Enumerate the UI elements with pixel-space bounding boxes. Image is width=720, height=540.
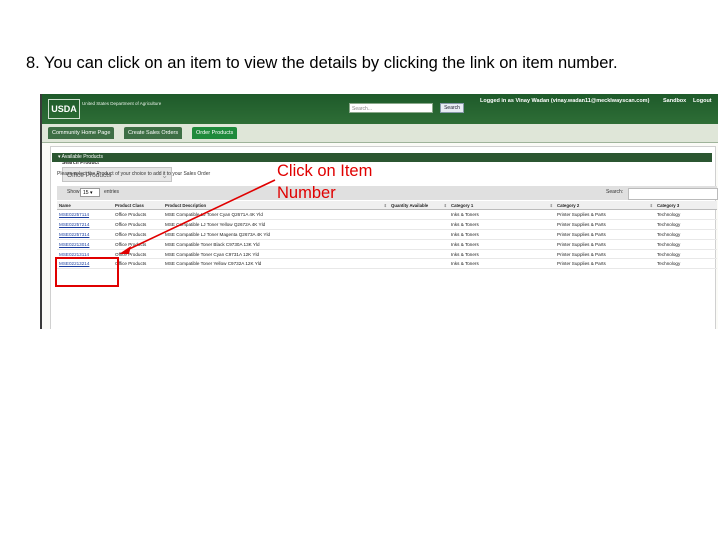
cell-category-2: Printer Supplies & Parts [555,209,655,220]
table-row[interactable]: MSE02213014 Office Products MSE Compatible… [57,239,717,250]
sort-icon: ⇕ [549,202,553,208]
available-products-header[interactable]: ▾ Available Products [52,153,712,162]
tab-order-products[interactable]: Order Products [192,127,238,139]
cell-category-1: Inks & Toners [449,209,555,220]
cell-product-class: Office Products [113,249,163,260]
products-table: Name Product Class Product Description ⇕ … [57,201,717,270]
cell-quantity-available [389,239,449,250]
sort-icon: ⇕ [443,202,447,208]
column-header-category-3[interactable]: Category 3 [655,201,717,210]
cell-category-2: Printer Supplies & Parts [555,258,655,270]
cell-category-3: Technology [655,239,717,250]
cell-category-2: Printer Supplies & Parts [555,239,655,250]
tab-bar: Community Home Page Create Sales Orders … [42,124,718,143]
cell-category-2: Printer Supplies & Parts [555,229,655,240]
cell-product-description: MSE Compatible LJ Toner Magenta Q2673A 4… [163,229,389,240]
cell-product-class: Office Products [113,229,163,240]
item-number-link[interactable]: MSE02257214 [57,219,113,230]
usda-logo[interactable]: USDA [48,99,80,119]
cell-product-class: Office Products [113,258,163,270]
cell-quantity-available [389,249,449,260]
annotation-line-2: Number [277,184,336,202]
column-header-quantity-available[interactable]: Quantity Available ⇕ [389,201,449,210]
table-row[interactable]: MSE02257114 Office Products MSE Compatible… [57,209,717,220]
cell-category-2: Printer Supplies & Parts [555,219,655,230]
show-label: Show [67,189,80,195]
cell-category-1: Inks & Toners [449,239,555,250]
available-products-instruction: Please select the Product of your choice… [57,171,211,177]
app-screenshot: USDA United States Department of Agricul… [40,94,718,329]
table-row[interactable]: MSE02213114 Office Products MSE Compatible… [57,249,717,260]
cell-category-1: Inks & Toners [449,219,555,230]
table-toolbar: Show 15 ▾ entries Search: [57,186,718,200]
table-row[interactable]: MSE02257314 Office Products MSE Compatible… [57,229,717,240]
table-row[interactable]: MSE02257214 Office Products MSE Compatible… [57,219,717,230]
annotation-callout: Click on Item Number [277,160,372,204]
cell-category-3: Technology [655,249,717,260]
entries-label: entries [104,189,120,195]
item-number-highlight-box [55,257,119,287]
cell-category-1: Inks & Toners [449,229,555,240]
annotation-line-1: Click on Item [277,162,373,180]
cell-category-1: Inks & Toners [449,249,555,260]
table-search-input[interactable] [628,188,718,200]
item-number-link[interactable]: MSE02257114 [57,209,113,220]
column-header-name[interactable]: Name [57,201,113,210]
cell-product-description: MSE Compatible LJ Toner Yellow Q2672A 4K… [163,219,389,230]
table-search-label: Search: [606,189,624,195]
cell-product-class: Office Products [113,209,163,220]
cell-quantity-available [389,258,449,270]
cell-category-3: Technology [655,258,717,270]
sort-icon: ⇕ [649,202,653,208]
logout-link[interactable]: Logout [693,98,712,104]
tab-community-home[interactable]: Community Home Page [48,127,115,139]
global-search-button[interactable]: Search [440,103,464,113]
item-number-link[interactable]: MSE02213014 [57,239,113,250]
cell-quantity-available [389,229,449,240]
agency-name: United States Department of Agriculture [82,101,162,106]
column-header-product-class[interactable]: Product Class [113,201,163,210]
column-header-category-2[interactable]: Category 2 ⇕ [555,201,655,210]
page-size-select[interactable]: 15 ▾ [80,188,100,197]
top-header: USDA United States Department of Agricul… [42,94,718,124]
cell-quantity-available [389,209,449,220]
item-number-link[interactable]: MSE02257314 [57,229,113,240]
cell-category-2: Printer Supplies & Parts [555,249,655,260]
sandbox-link[interactable]: Sandbox [663,98,686,104]
cell-product-description: MSE Compatible Toner Black C9730A 13K Yl… [163,239,389,250]
logged-in-user: Logged in as Vinay Wadan (vinay.wadan11@… [480,98,650,104]
cell-product-class: Office Products [113,239,163,250]
cell-category-1: Inks & Toners [449,258,555,270]
tab-create-sales-orders[interactable]: Create Sales Orders [124,127,183,139]
cell-category-3: Technology [655,209,717,220]
table-header-row: Name Product Class Product Description ⇕ … [57,201,717,210]
slide-title: 8. You can click on an item to view the … [26,54,618,72]
column-header-category-1[interactable]: Category 1 ⇕ [449,201,555,210]
table-row[interactable]: MSE02213214 Office Products MSE Compatible… [57,258,717,270]
cell-category-3: Technology [655,219,717,230]
cell-product-description: MSE Compatible Toner Yellow C9732A 12K Y… [163,258,389,270]
sort-icon: ⇕ [383,202,387,208]
cell-product-description: MSE Compatible Toner Cyan C9731A 12K Yld [163,249,389,260]
cell-product-class: Office Products [113,219,163,230]
global-search-input[interactable]: Search... [349,103,433,113]
cell-quantity-available [389,219,449,230]
cell-product-description: MSE Compatible LJ Toner Cyan Q2671A 4K Y… [163,209,389,220]
products-table-container: Show 15 ▾ entries Search: Name Product C… [57,186,718,329]
cell-category-3: Technology [655,229,717,240]
